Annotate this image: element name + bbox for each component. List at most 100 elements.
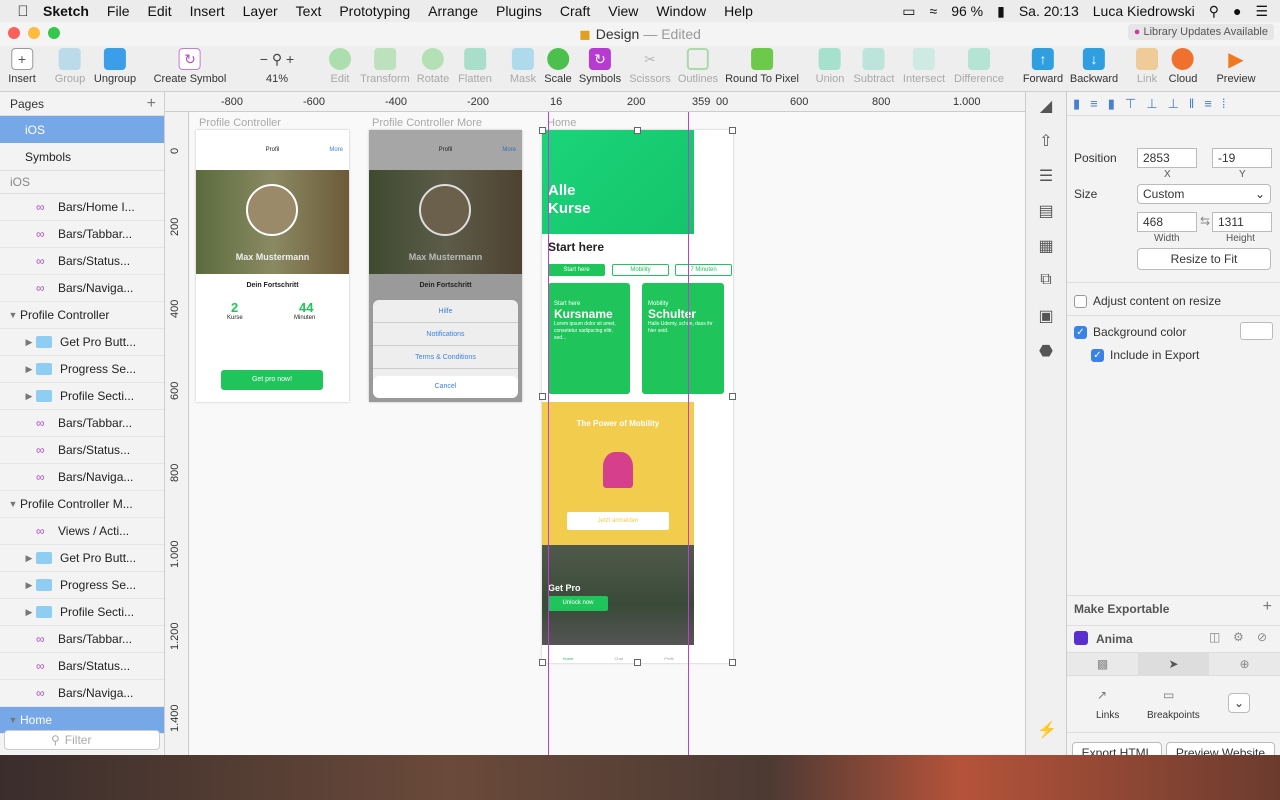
checkmark-icon[interactable]: ✓ <box>1091 349 1104 363</box>
lightning-icon[interactable]: ⚡ <box>1035 720 1059 742</box>
align-top-icon[interactable]: ⊤ <box>1125 96 1136 112</box>
create-symbol-button[interactable]: ↻ Create Symbol <box>154 48 226 85</box>
checkbox-box[interactable] <box>1074 295 1087 309</box>
menu-view[interactable]: View <box>599 3 647 19</box>
add-page-icon[interactable]: + <box>147 95 156 113</box>
help-icon[interactable]: ⊘ <box>1257 630 1267 644</box>
connect-tab-icon[interactable]: ⊕ <box>1209 653 1280 675</box>
page-item-ios[interactable]: iOS <box>0 116 164 143</box>
battery-text[interactable]: 96 % <box>951 3 983 19</box>
menu-help[interactable]: Help <box>715 3 762 19</box>
distribute-v-icon[interactable]: ≡ <box>1204 96 1212 111</box>
align-bottom-icon[interactable]: ⊥ <box>1168 96 1179 112</box>
group-button[interactable]: Group <box>55 48 85 85</box>
intersect-button[interactable]: Intersect <box>903 48 945 85</box>
background-color-swatch[interactable] <box>1240 322 1273 340</box>
rocket-tab-icon[interactable]: ➤ <box>1138 653 1209 675</box>
artboard-profile-controller-more[interactable]: Profil More Max Mustermann Dein Fortschr… <box>369 130 522 402</box>
round-to-pixel-button[interactable]: Round To Pixel <box>725 48 799 85</box>
apple-icon[interactable]:  <box>12 3 34 20</box>
layer-item[interactable]: ∞ Bars/Tabbar... <box>0 626 164 653</box>
checkmark-icon[interactable]: ✓ <box>1074 326 1087 340</box>
forward-button[interactable]: ↑ Forward <box>1023 48 1063 85</box>
union-button[interactable]: Union <box>816 48 844 85</box>
layer-item[interactable]: ▶ Get Pro Butt... <box>0 329 164 356</box>
crop-icon[interactable]: ⧉ <box>1034 271 1058 293</box>
resize-handle[interactable] <box>539 659 546 666</box>
layer-item[interactable]: ▶ Progress Se... <box>0 356 164 383</box>
layer-item[interactable]: ∞ Bars/Status... <box>0 653 164 680</box>
disclosure-closed-icon[interactable]: ▶ <box>22 337 36 348</box>
zoom-window-button[interactable] <box>48 27 60 39</box>
artboard-profile-controller[interactable]: Profil More Max Mustermann Dein Fortschr… <box>196 130 349 402</box>
siri-icon[interactable]: ● <box>1233 3 1241 19</box>
spotlight-icon[interactable]: ⚲ <box>1209 3 1219 20</box>
horizontal-ruler[interactable]: -800 -600 -400 -200 16 200 359 00 600 80… <box>165 92 1025 112</box>
notification-center-icon[interactable]: ☰ <box>1255 3 1268 20</box>
subtract-button[interactable]: Subtract <box>854 48 894 85</box>
artboard-home[interactable]: Alle Kurse Start here Start here Mobilit… <box>542 130 733 663</box>
menu-insert[interactable]: Insert <box>181 3 234 19</box>
resize-handle[interactable] <box>729 127 736 134</box>
layers-stack-icon[interactable]: ☰ <box>1034 166 1058 188</box>
layer-item[interactable]: ∞ Bars/Status... <box>0 437 164 464</box>
insert-button[interactable]: + Insert <box>8 48 36 85</box>
edit-button[interactable]: Edit <box>329 48 351 85</box>
artboard-label-profile[interactable]: Profile Controller <box>199 117 281 129</box>
menu-app-name[interactable]: Sketch <box>34 3 98 19</box>
layer-item[interactable]: ∞ Bars/Tabbar... <box>0 410 164 437</box>
links-icon[interactable]: ↗ <box>1097 688 1107 702</box>
zoom-control[interactable]: − ⚲ +41% <box>247 48 307 86</box>
user-name[interactable]: Luca Kiedrowski <box>1093 3 1195 19</box>
breakpoints-label[interactable]: Breakpoints <box>1147 710 1200 721</box>
resize-handle[interactable] <box>539 393 546 400</box>
background-color-checkbox[interactable]: ✓ Background color <box>1074 325 1186 340</box>
mask-button[interactable]: Mask <box>510 48 536 85</box>
menu-prototyping[interactable]: Prototyping <box>330 3 419 19</box>
layer-item[interactable]: ∞ Views / Acti... <box>0 518 164 545</box>
layout-guide-left[interactable] <box>548 112 549 755</box>
position-x-input[interactable]: 2853 <box>1137 148 1197 168</box>
layer-item[interactable]: ▼ Profile Controller M... <box>0 491 164 518</box>
settings-gear-icon[interactable]: ⚙ <box>1233 630 1244 644</box>
menu-window[interactable]: Window <box>647 3 715 19</box>
disclosure-closed-icon[interactable]: ▶ <box>22 553 36 564</box>
more-chevron-icon[interactable]: ⌄ <box>1228 693 1250 713</box>
scale-button[interactable]: Scale <box>544 48 572 85</box>
airplay-icon[interactable]: ▭ <box>902 3 915 20</box>
resize-handle[interactable] <box>634 659 641 666</box>
include-in-export-checkbox[interactable]: ✓ Include in Export <box>1091 348 1199 363</box>
preview-website-button[interactable]: Preview Website <box>1166 742 1275 755</box>
hexagon-icon[interactable]: ⬣ <box>1034 341 1058 363</box>
menu-arrange[interactable]: Arrange <box>419 3 487 19</box>
tidy-icon[interactable]: ⁞ <box>1222 96 1226 111</box>
backward-button[interactable]: ↓ Backward <box>1070 48 1118 85</box>
wifi-icon[interactable]: ≈ <box>930 3 938 19</box>
close-window-button[interactable] <box>8 27 20 39</box>
layer-item[interactable]: ∞ Bars/Home I... <box>0 194 164 221</box>
filter-input[interactable]: ⚲ Filter <box>4 730 160 750</box>
link-button[interactable]: Link <box>1136 48 1158 85</box>
difference-button[interactable]: Difference <box>954 48 1004 85</box>
preview-button[interactable]: ▶ Preview <box>1216 48 1255 86</box>
minimize-window-button[interactable] <box>28 27 40 39</box>
layer-item[interactable]: ∞ Bars/Naviga... <box>0 464 164 491</box>
layer-item[interactable]: ∞ Bars/Naviga... <box>0 275 164 302</box>
vertical-ruler[interactable]: 0 200 400 600 800 1.000 1.200 1.400 <box>165 112 189 755</box>
resize-handle[interactable] <box>729 393 736 400</box>
disclosure-open-icon[interactable]: ▼ <box>6 715 20 725</box>
position-y-input[interactable]: -19 <box>1212 148 1272 168</box>
flatten-button[interactable]: Flatten <box>458 48 492 85</box>
layer-item[interactable]: ▶ Profile Secti... <box>0 599 164 626</box>
size-preset-select[interactable]: Custom ⌄ <box>1137 184 1271 204</box>
layer-item[interactable]: ▶ Profile Secti... <box>0 383 164 410</box>
distribute-h-icon[interactable]: ‖ <box>1189 96 1194 111</box>
artboard-label-home[interactable]: Home <box>547 117 576 129</box>
height-input[interactable]: 1311 <box>1212 212 1272 232</box>
layer-item[interactable]: ∞ Bars/Naviga... <box>0 680 164 707</box>
resize-handle[interactable] <box>634 127 641 134</box>
library-updates-badge[interactable]: ● Library Updates Available <box>1127 24 1274 40</box>
layer-item[interactable]: ▼ Profile Controller <box>0 302 164 329</box>
scissors-button[interactable]: ✂ Scissors <box>629 48 671 86</box>
disclosure-closed-icon[interactable]: ▶ <box>22 607 36 618</box>
